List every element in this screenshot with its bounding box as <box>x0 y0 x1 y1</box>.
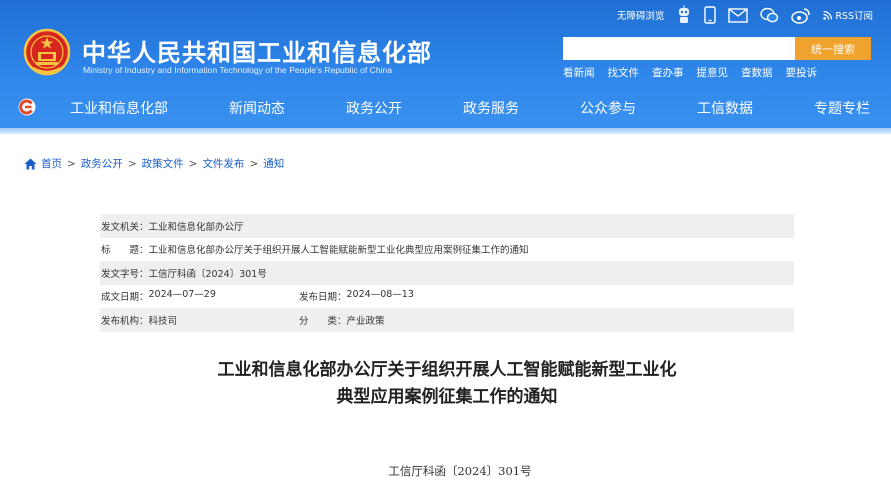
robot-assistant-icon[interactable] <box>676 5 692 25</box>
mobile-phone-icon[interactable] <box>704 6 717 24</box>
quick-link-news[interactable]: 看新闻 <box>563 65 595 80</box>
site-header: 中华人民共和国工业和信息化部 Ministry of Industry and … <box>0 0 891 134</box>
breadcrumb-separator: > <box>127 157 137 170</box>
site-title[interactable]: 中华人民共和国工业和信息化部 <box>82 33 432 68</box>
nav-item-gov-services[interactable]: 政务服务 <box>453 95 529 121</box>
breadcrumb-home[interactable]: 首页 <box>41 156 62 171</box>
quick-link-complaint[interactable]: 要投诉 <box>786 65 818 80</box>
meta-row-title: 标 题： 工业和信息化部办公厅关于组织开展人工智能赋能新型工业化典型应用案例征集… <box>100 238 794 262</box>
ministry-logo-icon[interactable] <box>17 97 37 117</box>
nav-item-topics[interactable]: 专题专栏 <box>804 95 880 121</box>
main-nav: 工业和信息化部 新闻动态 政务公开 政务服务 公众参与 工信数据 专题专栏 <box>60 95 880 121</box>
document-meta-table: 发文机关： 工业和信息化部办公厅 标 题： 工业和信息化部办公厅关于组织开展人工… <box>100 214 794 332</box>
meta-row-doc-number: 发文字号： 工信厅科函〔2024〕301号 <box>100 261 794 285</box>
quick-links: 看新闻 找文件 查办事 提意见 查数据 要投诉 <box>563 65 817 80</box>
breadcrumb-notice[interactable]: 通知 <box>263 156 284 171</box>
meta-row-org-category: 发布机构： 科技司 分 类： 产业政策 <box>100 308 794 332</box>
meta-row-dates: 成文日期： 2024—07—29 发布日期： 2024—08—13 <box>100 285 794 309</box>
meta-row-issuer: 发文机关： 工业和信息化部办公厅 <box>100 214 794 238</box>
national-emblem-icon[interactable] <box>23 28 71 78</box>
nav-item-gov-affairs[interactable]: 政务公开 <box>336 95 412 121</box>
breadcrumb-policy-files[interactable]: 政策文件 <box>142 156 184 171</box>
weibo-icon[interactable] <box>791 7 811 24</box>
quick-link-data[interactable]: 查数据 <box>741 65 773 80</box>
top-utility-bar: 无障碍浏览 RSS订阅 <box>617 4 873 26</box>
wechat-icon[interactable] <box>760 7 779 24</box>
nav-item-ministry[interactable]: 工业和信息化部 <box>60 95 178 121</box>
nav-item-public-participation[interactable]: 公众参与 <box>570 95 646 121</box>
meta-label: 标 题： <box>101 245 149 257</box>
quick-link-feedback[interactable]: 提意见 <box>697 65 729 80</box>
breadcrumb-gov-affairs[interactable]: 政务公开 <box>81 156 123 171</box>
quick-link-services[interactable]: 查办事 <box>652 65 684 80</box>
meta-value-title: 工业和信息化部办公厅关于组织开展人工智能赋能新型工业化典型应用案例征集工作的通知 <box>148 245 529 257</box>
meta-value-category: 产业政策 <box>346 315 385 327</box>
mail-icon[interactable] <box>728 7 749 23</box>
site-subtitle: Ministry of Industry and Information Tec… <box>83 65 393 75</box>
breadcrumb-separator: > <box>188 157 198 170</box>
article-title-line-1: 工业和信息化部办公厅关于组织开展人工智能赋能新型工业化 <box>217 360 677 380</box>
breadcrumb: 首页 > 政务公开 > 政策文件 > 文件发布 > 通知 <box>24 156 284 171</box>
rss-link[interactable]: RSS订阅 <box>823 8 873 22</box>
meta-label: 发布日期： <box>299 292 347 304</box>
meta-value-org: 科技司 <box>148 315 178 327</box>
home-icon[interactable] <box>24 158 37 170</box>
accessibility-link[interactable]: 无障碍浏览 <box>617 8 665 22</box>
quick-link-files[interactable]: 找文件 <box>608 65 640 80</box>
meta-label: 成文日期： <box>101 292 149 304</box>
article-doc-number: 工信厅科函〔2024〕301号 <box>388 464 532 478</box>
meta-value-issuer: 工业和信息化部办公厅 <box>148 221 244 233</box>
meta-label: 发文字号： <box>101 268 149 280</box>
unified-search-button[interactable]: 统一搜索 <box>795 37 871 60</box>
breadcrumb-separator: > <box>67 157 76 170</box>
search-input[interactable] <box>563 37 795 60</box>
meta-value-created-date: 2024—07—29 <box>148 289 216 301</box>
nav-item-data[interactable]: 工信数据 <box>687 95 763 121</box>
article-title-line-2: 典型应用案例征集工作的通知 <box>336 387 558 407</box>
article-title: 工业和信息化部办公厅关于组织开展人工智能赋能新型工业化 典型应用案例征集工作的通… <box>150 357 744 411</box>
rss-icon <box>823 10 833 20</box>
breadcrumb-separator: > <box>249 157 259 170</box>
meta-label: 分 类： <box>299 315 347 327</box>
nav-item-news[interactable]: 新闻动态 <box>219 95 295 121</box>
meta-value-published-date: 2024—08—13 <box>346 289 414 301</box>
rss-label: RSS订阅 <box>835 11 873 22</box>
meta-label: 发文机关： <box>101 221 149 233</box>
breadcrumb-file-release[interactable]: 文件发布 <box>202 156 244 171</box>
meta-value-doc-number: 工信厅科函〔2024〕301号 <box>148 268 267 280</box>
meta-label: 发布机构： <box>101 315 149 327</box>
